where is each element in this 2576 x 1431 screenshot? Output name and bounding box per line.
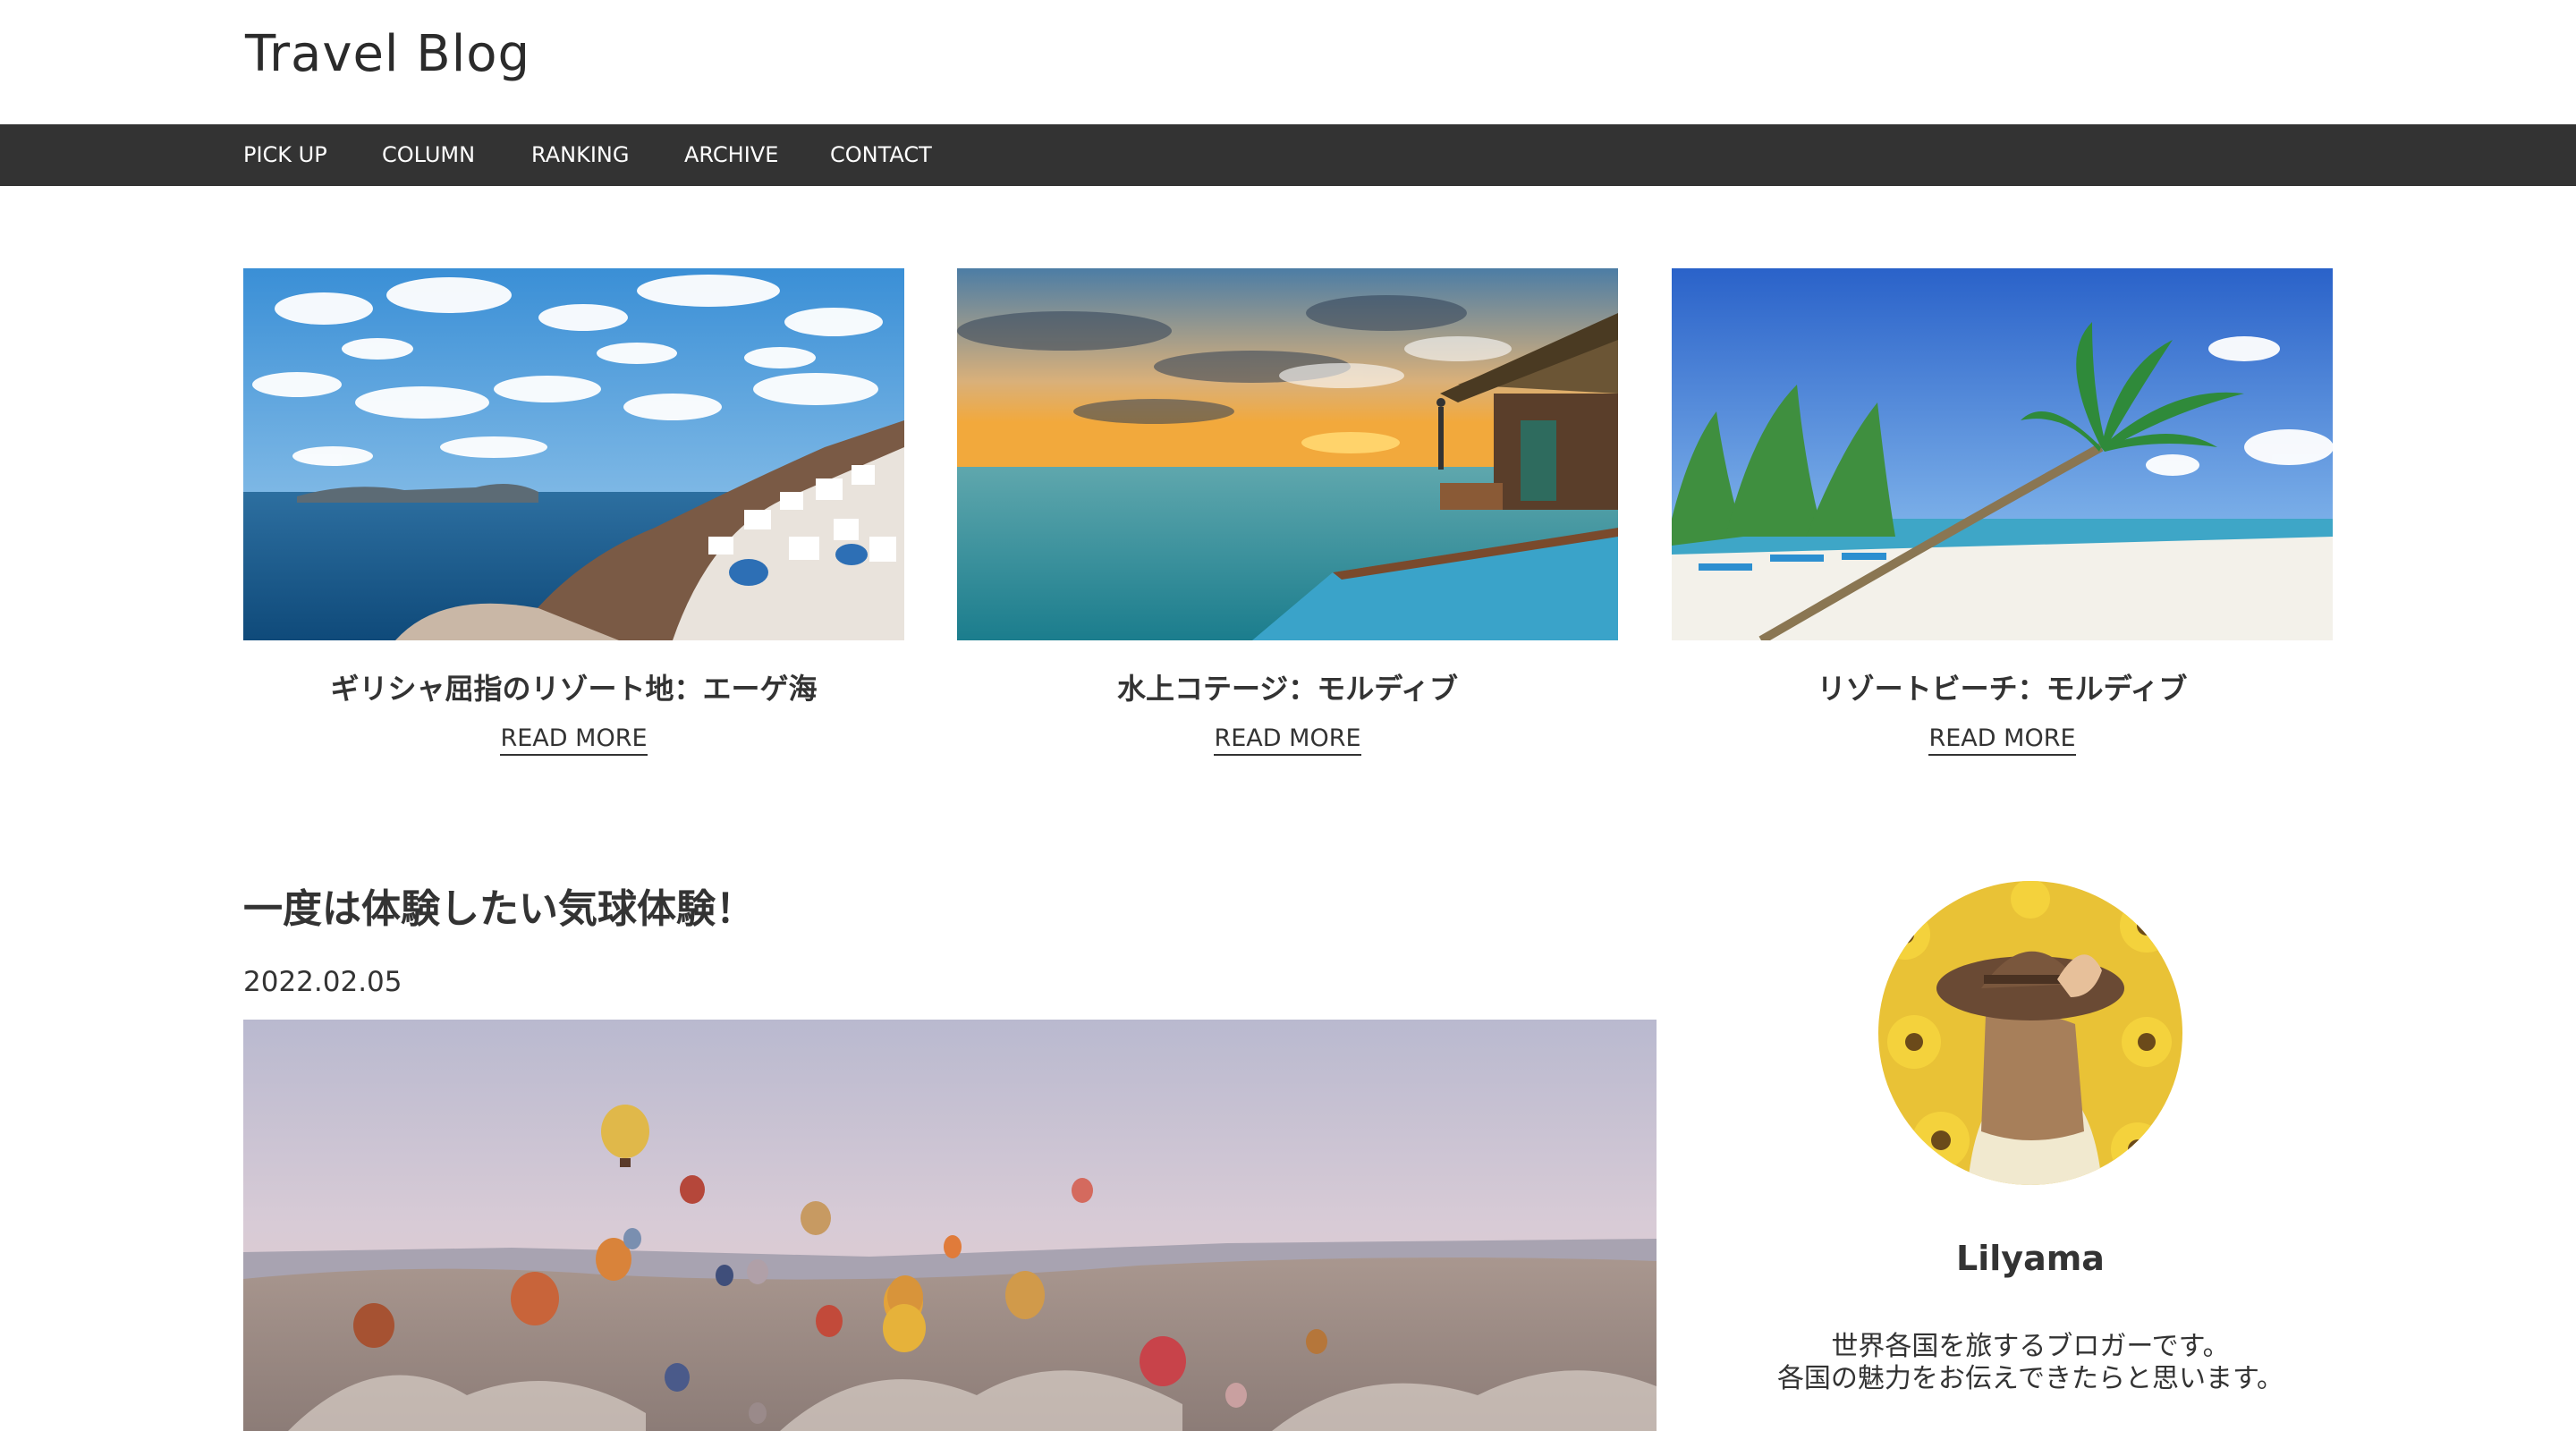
profile-bio-line: 各国の魅力をお伝えできたらと思います。 bbox=[1776, 1363, 2284, 1394]
beach-palm-photo[interactable] bbox=[1672, 268, 2333, 640]
site-title[interactable]: Travel Blog bbox=[245, 25, 530, 83]
post-date: 2022.02.05 bbox=[243, 966, 402, 998]
profile-bio-line: 世界各国を旅するブロガーです。 bbox=[1831, 1331, 2230, 1362]
main-nav: PICK UP COLUMN RANKING ARCHIVE CONTACT bbox=[0, 124, 2576, 186]
hot-air-balloons-photo[interactable] bbox=[243, 1020, 1657, 1431]
read-more: READ MORE bbox=[957, 724, 1618, 756]
profile-name: Lilyama bbox=[1956, 1239, 2105, 1278]
feature-title[interactable]: ギリシャ屈指のリゾート地：エーゲ海 bbox=[243, 666, 904, 707]
post-title[interactable]: 一度は体験したい気球体験！ bbox=[243, 876, 755, 934]
avatar[interactable] bbox=[1878, 881, 2182, 1185]
read-more-link[interactable]: READ MORE bbox=[1214, 724, 1361, 756]
water-cottage-photo[interactable] bbox=[957, 268, 1618, 640]
feature-title[interactable]: 水上コテージ：モルディブ bbox=[957, 666, 1618, 707]
nav-item-ranking[interactable]: RANKING bbox=[531, 124, 629, 186]
nav-item-column[interactable]: COLUMN bbox=[382, 124, 475, 186]
nav-item-archive[interactable]: ARCHIVE bbox=[684, 124, 778, 186]
nav-item-contact[interactable]: CONTACT bbox=[830, 124, 932, 186]
feature-title[interactable]: リゾートビーチ：モルディブ bbox=[1672, 666, 2333, 707]
santorini-photo[interactable] bbox=[243, 268, 904, 640]
read-more: READ MORE bbox=[1672, 724, 2333, 756]
nav-item-pick-up[interactable]: PICK UP bbox=[243, 124, 327, 186]
site-header: Travel Blog bbox=[0, 0, 2576, 124]
read-more: READ MORE bbox=[243, 724, 904, 756]
read-more-link[interactable]: READ MORE bbox=[500, 724, 648, 756]
read-more-link[interactable]: READ MORE bbox=[1928, 724, 2076, 756]
